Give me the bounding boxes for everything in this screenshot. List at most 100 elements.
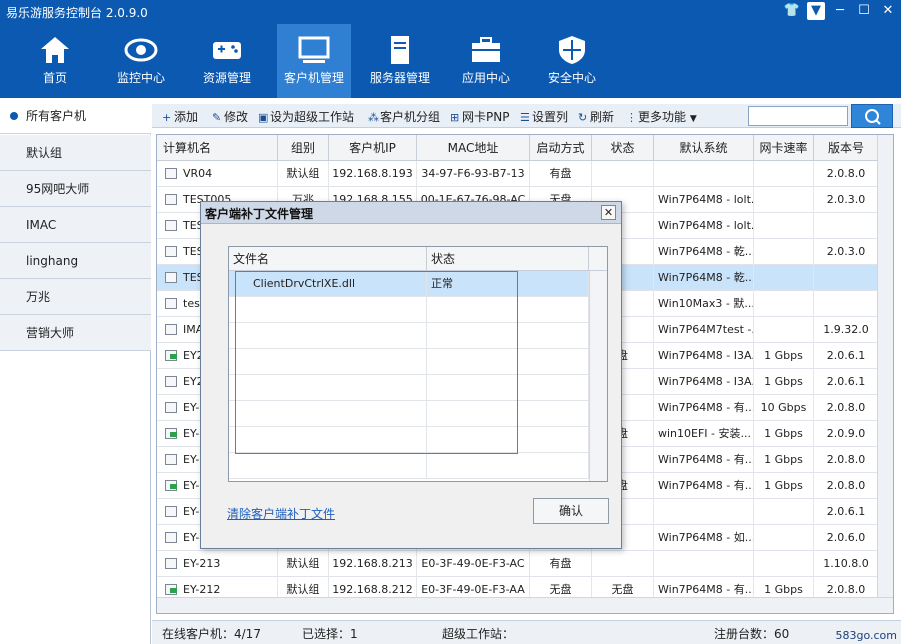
table-cell-ver: 2.0.6.1 [814,369,879,395]
sidebar-item-linghang[interactable]: linghang [0,243,151,279]
column-header[interactable]: 状态 [427,247,589,271]
column-header[interactable]: 组别 [278,135,329,161]
search-button[interactable] [851,104,893,128]
table-cell-name: EY-213 [157,551,278,577]
confirm-button[interactable]: 确认 [533,498,609,524]
sidebar-item-label: 营销大师 [26,326,75,340]
more-functions-button[interactable]: ⋮更多功能 ▼ [626,108,697,124]
client-group-button[interactable]: ⁂客户机分组 [368,108,440,124]
group-sidebar: 所有客户机 默认组 95网吧大师 IMAC linghang 万兆 营销大师 [0,98,151,644]
table-cell-ip: 192.168.8.193 [329,161,417,187]
table-cell-sys: Win7P64M8 - I3A... [654,369,754,395]
nav-resources[interactable]: 资源管理 [190,24,264,98]
group-icon: ⁂ [368,111,379,124]
column-header[interactable]: 状态 [592,135,654,161]
column-header[interactable]: 默认系统 [654,135,754,161]
table-cell-sys [654,161,754,187]
column-header[interactable]: 启动方式 [530,135,592,161]
edit-button[interactable]: ✎ 修改 [212,108,248,124]
table-header: 计算机名 组别 客户机IP MAC地址 启动方式 状态 默认系统 网卡速率 版本… [157,135,879,161]
search-icon [865,109,881,125]
column-header[interactable]: 网卡速率 [754,135,814,161]
dialog-close-button[interactable]: ✕ [601,205,616,220]
clear-patch-files-link[interactable]: 清除客户端补丁文件 [227,505,335,522]
table-row[interactable]: EY-213 默认组 192.168.8.213 E0-3F-49-0E-F3-AC 有… [157,551,879,577]
table-cell-ver [814,291,879,317]
nav-clients[interactable]: 客户机管理 [277,24,351,98]
table-cell-ver: 2.0.8.0 [814,161,879,187]
status-bar: 在线客户机：4/17 已选择：1 超级工作站： 注册台数：60 583go.co… [152,620,901,644]
table-cell-ver: 2.0.3.0 [814,239,879,265]
table-cell-ver: 2.0.6.0 [814,525,879,551]
minimize-button[interactable]: ─ [831,2,849,20]
toolbox-icon [472,37,500,62]
nav-security[interactable]: 安全中心 [535,24,609,98]
column-header[interactable]: 文件名 [229,247,427,271]
nav-monitor[interactable]: 监控中心 [104,24,178,98]
sidebar-item-all[interactable]: 所有客户机 [0,98,151,134]
table-cell-ver: 2.0.6.1 [814,343,879,369]
table-cell-sys: Win7P64M8 - 乾... [654,265,754,291]
skin-icon[interactable]: 👕 [783,2,801,20]
menu-dropdown-icon[interactable]: ▼ [807,2,825,20]
close-button[interactable]: ✕ [879,2,897,20]
sidebar-item-imac[interactable]: IMAC [0,207,151,243]
sidebar-item-marketing[interactable]: 营销大师 [0,315,151,351]
vertical-scrollbar[interactable] [877,135,893,613]
table-cell-ver: 2.0.8.0 [814,447,879,473]
columns-icon: ☰ [520,111,530,124]
table-cell-boot: 有盘 [530,551,592,577]
table-cell-speed [754,239,814,265]
table-cell-sys: Win7P64M8 - 有... [654,473,754,499]
table-cell-boot: 有盘 [530,161,592,187]
column-header[interactable]: MAC地址 [417,135,530,161]
sidebar-item-95[interactable]: 95网吧大师 [0,171,151,207]
watermark-text: 583go.com [835,629,897,642]
nav-home[interactable]: 首页 [18,24,92,98]
dialog-scrollbar[interactable] [589,271,607,481]
table-cell-speed: 1 Gbps [754,369,814,395]
nav-servers[interactable]: 服务器管理 [363,24,437,98]
nav-label: 客户机管理 [283,71,344,85]
column-header[interactable]: 版本号 [814,135,879,161]
file-state-cell [427,453,589,479]
nic-pnp-button[interactable]: ⊞ 网卡PNP [450,108,509,124]
table-cell-speed: 10 Gbps [754,395,814,421]
table-cell-mac: 34-97-F6-93-B7-13 [417,161,530,187]
nav-apps[interactable]: 应用中心 [449,24,523,98]
table-cell-ver: 2.0.9.0 [814,421,879,447]
edit-icon: ✎ [212,111,222,124]
table-cell-speed [754,551,814,577]
table-cell-sys: Win7P64M7test -... [654,317,754,343]
table-cell-sys: Win7P64M8 - lolt... [654,213,754,239]
set-super-station-button[interactable]: ▣ 设为超级工作站 [258,108,354,124]
table-cell-ver: 2.0.6.1 [814,499,879,525]
table-cell-sys: Win7P64M8 - 如... [654,525,754,551]
super-station: 超级工作站： [442,627,515,641]
maximize-button[interactable]: ☐ [855,2,873,20]
table-row[interactable]: VR04 默认组 192.168.8.193 34-97-F6-93-B7-13 有盘 2… [157,161,879,187]
sidebar-item-10g[interactable]: 万兆 [0,279,151,315]
monitor-icon [298,36,330,63]
table-cell-speed: 1 Gbps [754,343,814,369]
refresh-button[interactable]: ↻ 刷新 [578,108,614,124]
table-cell-ver: 2.0.8.0 [814,473,879,499]
set-columns-button[interactable]: ☰ 设置列 [520,108,568,124]
file-name-cell [229,453,427,479]
highlight-box [235,271,518,454]
nav-label: 资源管理 [202,71,251,85]
sidebar-item-default[interactable]: 默认组 [0,135,151,171]
server-icon [391,36,409,64]
table-cell-ver [814,265,879,291]
column-header[interactable]: 客户机IP [329,135,417,161]
horizontal-scrollbar[interactable] [157,597,893,613]
search-input[interactable] [748,106,848,126]
patch-file-dialog: 客户端补丁文件管理 ✕ 文件名 状态 ClientDrvCtrlXE.dll 正常… [200,201,622,549]
column-header[interactable]: 计算机名 [157,135,278,161]
table-cell-ver: 2.0.3.0 [814,187,879,213]
add-button[interactable]: + 添加 [162,108,198,124]
table-cell-speed [754,161,814,187]
table-cell-sys: Win7P64M8 - 有... [654,395,754,421]
shield-icon [559,36,585,64]
table-cell-sys: Win7P64M8 - I3A... [654,343,754,369]
